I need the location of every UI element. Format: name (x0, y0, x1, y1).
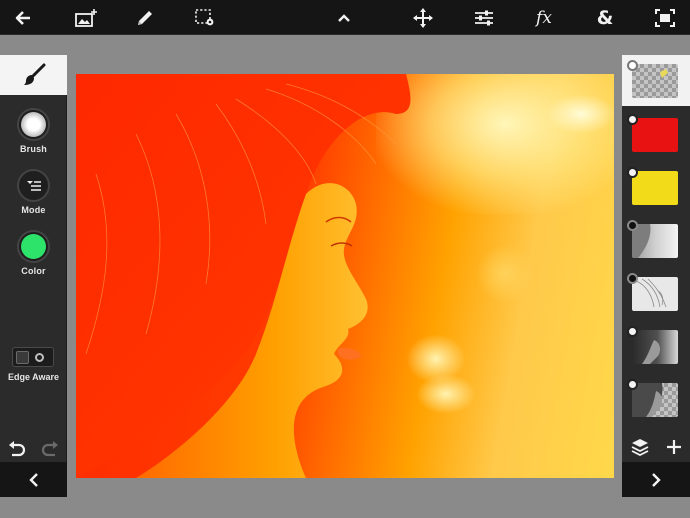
toggle-knob (16, 350, 29, 364)
edge-aware-toggle[interactable] (12, 347, 54, 367)
sliders-icon[interactable] (470, 4, 498, 31)
mode-label: Mode (21, 205, 46, 215)
color-label: Color (21, 266, 46, 276)
chevron-left-icon (28, 472, 38, 487)
add-image-icon[interactable] (72, 4, 100, 31)
image-canvas[interactable] (76, 74, 614, 478)
mode-tool[interactable]: Mode (0, 169, 67, 215)
paintbrush-icon (23, 63, 45, 85)
layer-visibility-toggle[interactable] (627, 326, 638, 337)
edge-aware-label: Edge Aware (7, 372, 60, 382)
layer-visibility-toggle[interactable] (627, 220, 638, 231)
layer-item[interactable] (622, 321, 690, 372)
fit-screen-icon[interactable] (651, 4, 679, 31)
ampersand-icon[interactable]: & (591, 4, 619, 31)
undo-icon[interactable] (7, 439, 27, 459)
layer-visibility-toggle[interactable] (627, 167, 638, 178)
fx-icon[interactable]: fx (530, 4, 558, 31)
color-tool[interactable]: Color (0, 230, 67, 276)
layer-item[interactable] (622, 55, 690, 106)
layer-item[interactable] (622, 374, 690, 425)
layer-thumbnail (632, 64, 678, 98)
top-toolbar: fx & (0, 0, 690, 35)
layers-icon[interactable] (631, 438, 649, 456)
layer-visibility-toggle[interactable] (627, 114, 638, 125)
soft-brush-icon (17, 108, 50, 141)
layer-item[interactable] (622, 215, 690, 266)
layer-thumbnail (632, 224, 678, 258)
layers-panel (622, 55, 690, 462)
layer-item[interactable] (622, 162, 690, 213)
layer-visibility-toggle[interactable] (627, 60, 638, 71)
layer-thumbnail (632, 171, 678, 205)
pencil-icon[interactable] (131, 4, 159, 31)
right-nav-button[interactable] (622, 462, 690, 497)
brush-label: Brush (19, 144, 47, 154)
move-arrows-icon[interactable] (409, 4, 437, 31)
redo-icon[interactable] (40, 439, 60, 459)
toggle-off-indicator-icon (35, 352, 44, 362)
chevron-up-icon[interactable] (330, 4, 358, 31)
layer-visibility-toggle[interactable] (627, 273, 638, 284)
portrait-image (76, 74, 411, 478)
tool-options-panel: Brush Mode Color Edge Aware (0, 55, 67, 497)
back-arrow-icon[interactable] (9, 4, 37, 31)
brush-tool[interactable]: Brush (0, 108, 67, 154)
plus-icon[interactable] (666, 439, 682, 455)
layers-actions (622, 432, 690, 462)
layer-item[interactable] (622, 109, 690, 160)
color-swatch (17, 230, 50, 263)
layer-item[interactable] (622, 268, 690, 319)
chevron-right-icon (652, 472, 661, 487)
left-nav-button[interactable] (0, 462, 67, 497)
layer-visibility-toggle[interactable] (627, 379, 638, 390)
layer-thumbnail (632, 383, 678, 417)
paintbrush-tool-button[interactable] (0, 55, 67, 95)
layer-thumbnail (632, 118, 678, 152)
layer-thumbnail (632, 277, 678, 311)
layer-thumbnail (632, 330, 678, 364)
mode-menu-icon (17, 169, 50, 202)
selection-settings-icon[interactable] (191, 4, 219, 31)
